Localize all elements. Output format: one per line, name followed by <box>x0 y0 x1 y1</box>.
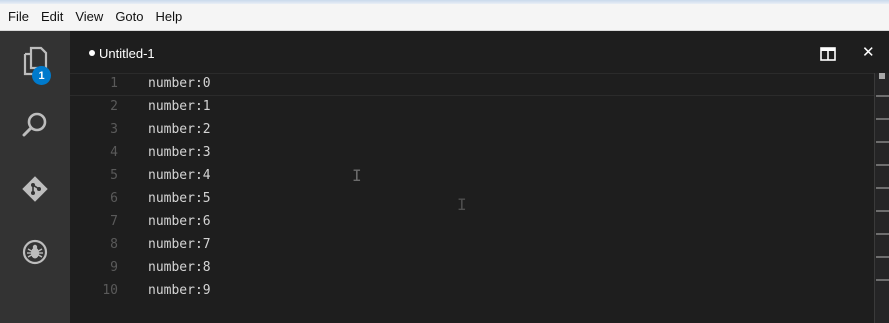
line-number: 6 <box>110 191 118 206</box>
scroll-cursor-mark <box>879 73 885 79</box>
line-number: 5 <box>110 168 118 183</box>
split-editor-icon[interactable] <box>820 46 836 61</box>
code-line: 4 number:3 <box>70 142 874 165</box>
tab-label: Untitled-1 <box>99 46 155 61</box>
menu-edit[interactable]: Edit <box>35 6 69 28</box>
search-icon[interactable] <box>17 107 53 143</box>
files-badge: 1 <box>32 66 51 85</box>
code-line: 7 number:6 <box>70 211 874 234</box>
ruler-mark <box>876 210 889 212</box>
close-editor-icon[interactable]: ✕ <box>862 43 875 61</box>
line-text: number:9 <box>148 283 211 298</box>
menu-bar: File Edit View Goto Help <box>0 4 889 31</box>
line-number: 8 <box>110 237 118 252</box>
git-icon[interactable] <box>17 171 53 207</box>
line-text: number:8 <box>148 260 211 275</box>
code-line: 6 number:5 <box>70 188 874 211</box>
activity-bar: 1 <box>0 31 70 323</box>
line-number: 9 <box>110 260 118 275</box>
line-text: number:5 <box>148 191 211 206</box>
line-number: 4 <box>110 145 118 160</box>
tab-bar: Untitled-1 ✕ <box>70 31 889 73</box>
code-line: 10 number:9 <box>70 280 874 303</box>
code-line: 8 number:7 <box>70 234 874 257</box>
ruler-mark <box>876 233 889 235</box>
code-line: 9 number:8 <box>70 257 874 280</box>
text-cursor-icon: I <box>352 166 362 185</box>
ruler-mark <box>876 95 889 97</box>
ruler-mark <box>876 279 889 281</box>
line-number: 2 <box>110 99 118 114</box>
ruler-mark <box>876 256 889 258</box>
menu-help[interactable]: Help <box>150 6 189 28</box>
text-cursor-icon: I <box>457 195 467 214</box>
line-number: 1 <box>110 76 118 91</box>
dirty-indicator-icon <box>89 50 95 56</box>
tab-untitled-1[interactable]: Untitled-1 <box>89 46 155 61</box>
ruler-mark <box>876 141 889 143</box>
menu-file[interactable]: File <box>0 6 35 28</box>
line-number: 10 <box>102 283 118 298</box>
code-line: 3 number:2 <box>70 119 874 142</box>
line-text: number:6 <box>148 214 211 229</box>
code-line: 5 number:4 <box>70 165 874 188</box>
menu-goto[interactable]: Goto <box>109 6 149 28</box>
overview-ruler-scrollbar[interactable] <box>874 73 889 323</box>
ruler-mark <box>876 118 889 120</box>
line-text: number:1 <box>148 99 211 114</box>
ruler-mark <box>876 164 889 166</box>
menu-view[interactable]: View <box>69 6 109 28</box>
line-text: number:4 <box>148 168 211 183</box>
ruler-mark <box>876 187 889 189</box>
line-text: number:2 <box>148 122 211 137</box>
line-number: 7 <box>110 214 118 229</box>
line-text: number:7 <box>148 237 211 252</box>
code-line: 1 number:0 <box>70 73 874 96</box>
line-text: number:3 <box>148 145 211 160</box>
line-text: number:0 <box>148 76 211 91</box>
debug-icon[interactable] <box>17 234 53 270</box>
code-line: 2 number:1 <box>70 96 874 119</box>
code-editor[interactable]: 1 number:0 2 number:1 3 number:2 4 numbe… <box>70 73 874 323</box>
line-number: 3 <box>110 122 118 137</box>
